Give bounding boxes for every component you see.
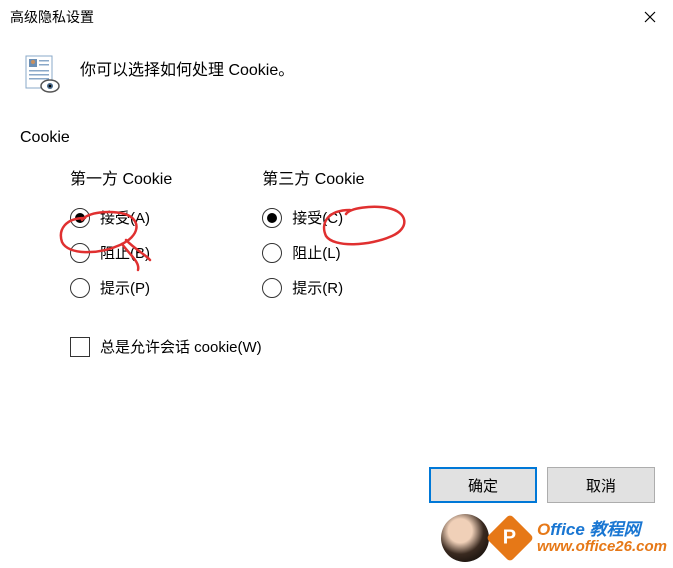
radio-icon — [70, 278, 90, 298]
button-row: 确定 取消 — [429, 467, 655, 503]
radio-icon — [70, 208, 90, 228]
radio-label: 提示(R) — [292, 277, 343, 298]
first-party-title: 第一方 Cookie — [70, 165, 172, 189]
info-row: 你可以选择如何处理 Cookie。 — [20, 54, 643, 94]
third-party-block-radio[interactable]: 阻止(L) — [262, 242, 364, 263]
radio-label: 阻止(L) — [292, 242, 340, 263]
radio-label: 接受(A) — [100, 207, 150, 228]
watermark-badge-icon: P — [486, 514, 534, 562]
cancel-button[interactable]: 取消 — [547, 467, 655, 503]
first-party-accept-radio[interactable]: 接受(A) — [70, 207, 172, 228]
window-title: 高级隐私设置 — [10, 7, 94, 27]
radio-icon — [262, 208, 282, 228]
cookie-columns: 第一方 Cookie 接受(A) 阻止(B) 提示(P) 第三方 Cookie … — [20, 165, 643, 312]
radio-icon — [262, 243, 282, 263]
group-label-cookie: Cookie — [20, 129, 643, 147]
third-party-accept-radio[interactable]: 接受(C) — [262, 207, 364, 228]
radio-label: 接受(C) — [292, 207, 343, 228]
third-party-title: 第三方 Cookie — [262, 165, 364, 189]
close-icon — [644, 11, 656, 23]
watermark-rest: ffice 教程网 — [550, 520, 640, 539]
radio-label: 阻止(B) — [100, 242, 150, 263]
titlebar: 高级隐私设置 — [0, 0, 673, 34]
first-party-prompt-radio[interactable]: 提示(P) — [70, 277, 172, 298]
watermark-text: Office 教程网 www.office26.com — [537, 521, 667, 555]
watermark-o: O — [537, 520, 550, 539]
button-label: 取消 — [586, 475, 616, 496]
watermark-url: www.office26.com — [537, 539, 667, 555]
watermark: P Office 教程网 www.office26.com — [441, 514, 667, 562]
checkbox-label: 总是允许会话 cookie(W) — [100, 336, 262, 357]
close-button[interactable] — [627, 0, 673, 34]
first-party-column: 第一方 Cookie 接受(A) 阻止(B) 提示(P) — [70, 165, 172, 312]
watermark-avatar — [441, 514, 489, 562]
always-allow-session-checkbox[interactable]: 总是允许会话 cookie(W) — [20, 336, 643, 357]
first-party-block-radio[interactable]: 阻止(B) — [70, 242, 172, 263]
radio-icon — [70, 243, 90, 263]
dialog-content: 你可以选择如何处理 Cookie。 Cookie 第一方 Cookie 接受(A… — [0, 34, 673, 357]
checkbox-icon — [70, 337, 90, 357]
radio-label: 提示(P) — [100, 277, 150, 298]
info-text: 你可以选择如何处理 Cookie。 — [80, 54, 294, 80]
radio-icon — [262, 278, 282, 298]
third-party-prompt-radio[interactable]: 提示(R) — [262, 277, 364, 298]
privacy-document-icon — [20, 54, 60, 94]
button-label: 确定 — [468, 475, 498, 496]
ok-button[interactable]: 确定 — [429, 467, 537, 503]
third-party-column: 第三方 Cookie 接受(C) 阻止(L) 提示(R) — [262, 165, 364, 312]
